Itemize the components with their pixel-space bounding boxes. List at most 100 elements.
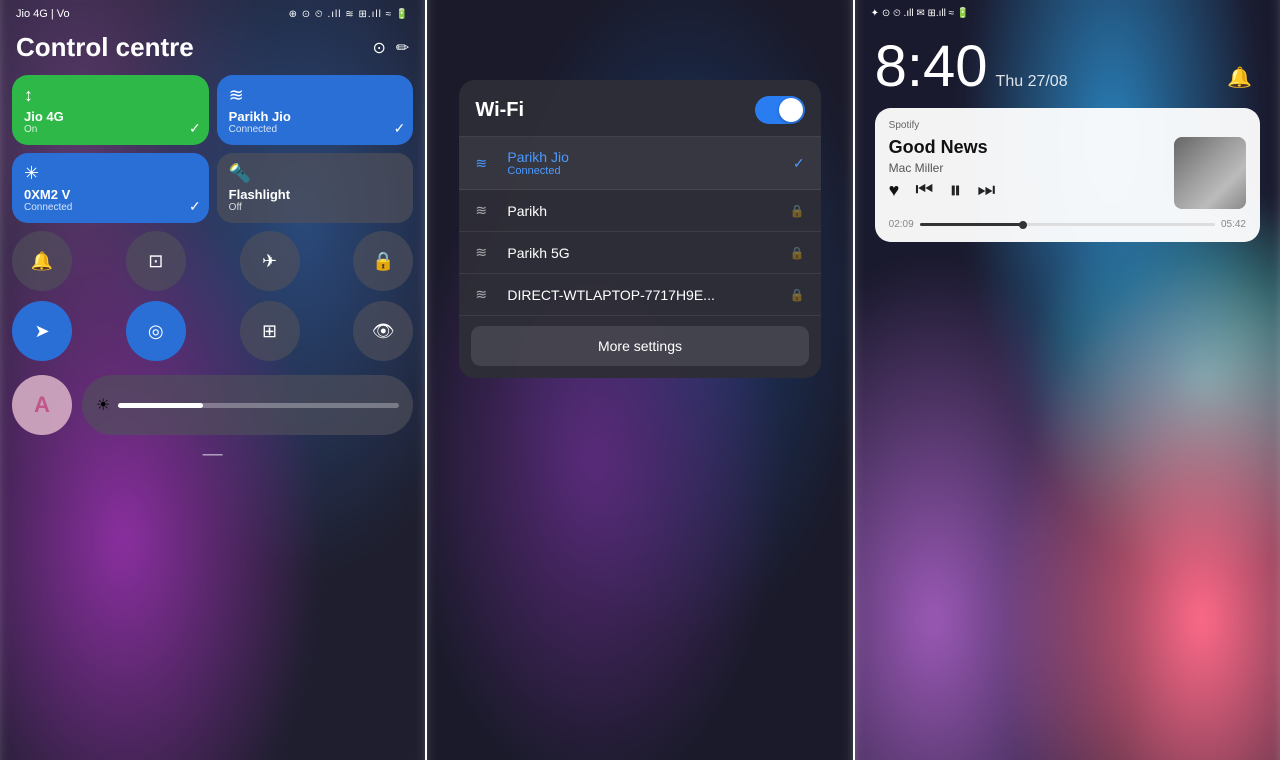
- progress-track: [920, 223, 1215, 226]
- bluetooth-tile[interactable]: ✳ 0XM2 V Connected ✓: [12, 153, 209, 223]
- elapsed-time: 02:09: [889, 219, 914, 230]
- music-info: Good News Mac Miller ♥ ⏮ ⏸ ⏭: [889, 137, 1164, 205]
- mobile-label: Jio 4G: [24, 109, 197, 124]
- lock-date: Thu 27/08: [996, 73, 1068, 91]
- bottom-row: A ☀: [12, 375, 413, 435]
- album-art: [1174, 137, 1246, 209]
- heart-button[interactable]: ♥: [889, 180, 900, 201]
- flashlight-label: Flashlight: [229, 187, 402, 202]
- lock-status-icons: ✦ ⊙ ⏲ .ıll ✉ ⊞.ıll ≈ 🔋: [871, 8, 970, 19]
- pause-button[interactable]: ⏸: [949, 177, 961, 205]
- lock-time: 8:40 Thu 27/08: [867, 23, 1268, 100]
- eye-button[interactable]: 👁: [353, 301, 413, 361]
- connected-check-icon: ✓: [793, 155, 805, 172]
- music-card: Spotify Good News Mac Miller ♥ ⏮ ⏸ ⏭: [875, 108, 1260, 242]
- parikh5g-lock-icon: 🔒: [790, 246, 805, 260]
- wifi-tile-check: ✓: [394, 120, 406, 137]
- flashlight-tile[interactable]: 🔦 Flashlight Off: [217, 153, 414, 223]
- wifi-tile-sub: Connected: [229, 124, 402, 135]
- parikh-lock-icon: 🔒: [790, 204, 805, 218]
- direct-lock-icon: 🔒: [790, 288, 805, 302]
- edit-icon[interactable]: ✏: [396, 38, 409, 58]
- parikh-name: Parikh: [507, 203, 789, 219]
- accessibility-button[interactable]: A: [12, 375, 72, 435]
- wifi-signal-icon: ≋: [475, 155, 499, 172]
- wifi-item-parikh5g[interactable]: ≋ Parikh 5G 🔒: [459, 232, 820, 274]
- wifi-wrapper: Wi-Fi ≋ Parikh Jio Connected ✓ ≋: [439, 0, 840, 760]
- time-value: 8:40: [875, 33, 988, 100]
- mobile-icon: ↕: [24, 85, 197, 106]
- lock-button[interactable]: 🔒: [353, 231, 413, 291]
- mobile-check: ✓: [189, 120, 201, 137]
- progress-bar[interactable]: 02:09 05:42: [889, 219, 1246, 230]
- wifi-item-info: Parikh Jio Connected: [499, 149, 792, 177]
- connected-network-status: Connected: [507, 165, 792, 177]
- flashlight-sub: Off: [229, 202, 402, 213]
- focus-button[interactable]: ◎: [126, 301, 186, 361]
- bluetooth-label: 0XM2 V: [24, 187, 197, 202]
- tiles-row-2: ✳ 0XM2 V Connected ✓ 🔦 Flashlight Off: [12, 153, 413, 223]
- album-art-inner: [1174, 137, 1246, 209]
- connected-network-name: Parikh Jio: [507, 149, 792, 165]
- bluetooth-sub: Connected: [24, 202, 197, 213]
- airplane-button[interactable]: ✈: [240, 231, 300, 291]
- circle-row-1: 🔔 ⊡ ✈ 🔒: [12, 231, 413, 291]
- circle-row-2: ➤ ◎ ⊞ 👁: [12, 301, 413, 361]
- wifi-icon-parikh: ≋: [475, 202, 499, 219]
- direct-name: DIRECT-WTLAPTOP-7717H9E...: [507, 287, 789, 303]
- music-controls: ♥ ⏮ ⏸ ⏭: [889, 177, 1164, 205]
- wifi-toggle[interactable]: [755, 96, 805, 124]
- wifi-parikh5g-info: Parikh 5G: [499, 245, 789, 261]
- settings-icon[interactable]: ⊙: [373, 38, 386, 58]
- control-header: Control centre ⊙ ✏: [12, 24, 413, 75]
- lock-status-bar: ✦ ⊙ ⏲ .ıll ✉ ⊞.ıll ≈ 🔋: [867, 0, 1268, 23]
- wifi-icon-parikh5g: ≋: [475, 244, 499, 261]
- wifi-tile[interactable]: ≋ Parikh Jio Connected ✓: [217, 75, 414, 145]
- wifi-tile-label: Parikh Jio: [229, 109, 402, 124]
- status-icons-1: ⊕ ⊙ ⏲ .ıll ≋ ⊞.ıll ≈ 🔋: [289, 9, 410, 20]
- parikh5g-name: Parikh 5G: [507, 245, 789, 261]
- lock-bell-icon[interactable]: 🔔: [1227, 65, 1252, 90]
- wifi-dropdown: Wi-Fi ≋ Parikh Jio Connected ✓ ≋: [459, 80, 820, 378]
- more-settings-button[interactable]: More settings: [471, 326, 808, 366]
- wifi-item-connected[interactable]: ≋ Parikh Jio Connected ✓: [459, 137, 820, 190]
- wifi-panel: Wi-Fi ≋ Parikh Jio Connected ✓ ≋: [427, 0, 852, 760]
- tiles-row-1: ↕ Jio 4G On ✓ ≋ Parikh Jio Connected ✓: [12, 75, 413, 145]
- previous-button[interactable]: ⏮: [915, 179, 933, 202]
- next-button[interactable]: ⏭: [977, 179, 995, 202]
- music-body: Good News Mac Miller ♥ ⏮ ⏸ ⏭: [889, 137, 1246, 209]
- scan-button[interactable]: ⊞: [240, 301, 300, 361]
- wifi-item-direct[interactable]: ≋ DIRECT-WTLAPTOP-7717H9E... 🔒: [459, 274, 820, 316]
- header-icons: ⊙ ✏: [373, 38, 410, 58]
- wifi-tile-icon: ≋: [229, 85, 402, 106]
- brightness-slider[interactable]: ☀: [82, 375, 413, 435]
- brightness-track: [118, 403, 399, 408]
- brightness-fill: [118, 403, 202, 408]
- music-artist: Mac Miller: [889, 161, 1164, 175]
- time-section: 8:40 Thu 27/08 🔔: [867, 23, 1268, 100]
- flashlight-icon: 🔦: [229, 163, 402, 184]
- toggle-knob: [779, 98, 803, 122]
- music-title: Good News: [889, 137, 1164, 159]
- panel3-content: ✦ ⊙ ⏲ .ıll ✉ ⊞.ıll ≈ 🔋 8:40 Thu 27/08 🔔 …: [855, 0, 1280, 760]
- control-title: Control centre: [16, 32, 194, 63]
- screen-button[interactable]: ⊡: [126, 231, 186, 291]
- wifi-parikh-info: Parikh: [499, 203, 789, 219]
- lockscreen-panel: ✦ ⊙ ⏲ .ıll ✉ ⊞.ıll ≈ 🔋 8:40 Thu 27/08 🔔 …: [855, 0, 1280, 760]
- progress-fill: [920, 223, 1023, 226]
- progress-dot: [1019, 221, 1027, 229]
- sun-icon: ☀: [96, 395, 110, 415]
- bell-button[interactable]: 🔔: [12, 231, 72, 291]
- location-button[interactable]: ➤: [12, 301, 72, 361]
- bluetooth-icon: ✳: [24, 163, 197, 184]
- total-time: 05:42: [1221, 219, 1246, 230]
- panel2-content: Wi-Fi ≋ Parikh Jio Connected ✓ ≋: [427, 0, 852, 760]
- wifi-header: Wi-Fi: [459, 80, 820, 137]
- mobile-sub: On: [24, 124, 197, 135]
- carrier-text: Jio 4G | Vo: [16, 8, 70, 20]
- mobile-tile[interactable]: ↕ Jio 4G On ✓: [12, 75, 209, 145]
- wifi-icon-direct: ≋: [475, 286, 499, 303]
- wifi-item-parikh[interactable]: ≋ Parikh 🔒: [459, 190, 820, 232]
- wifi-title: Wi-Fi: [475, 99, 524, 122]
- control-centre-panel: Jio 4G | Vo ⊕ ⊙ ⏲ .ıll ≋ ⊞.ıll ≈ 🔋 Contr…: [0, 0, 425, 760]
